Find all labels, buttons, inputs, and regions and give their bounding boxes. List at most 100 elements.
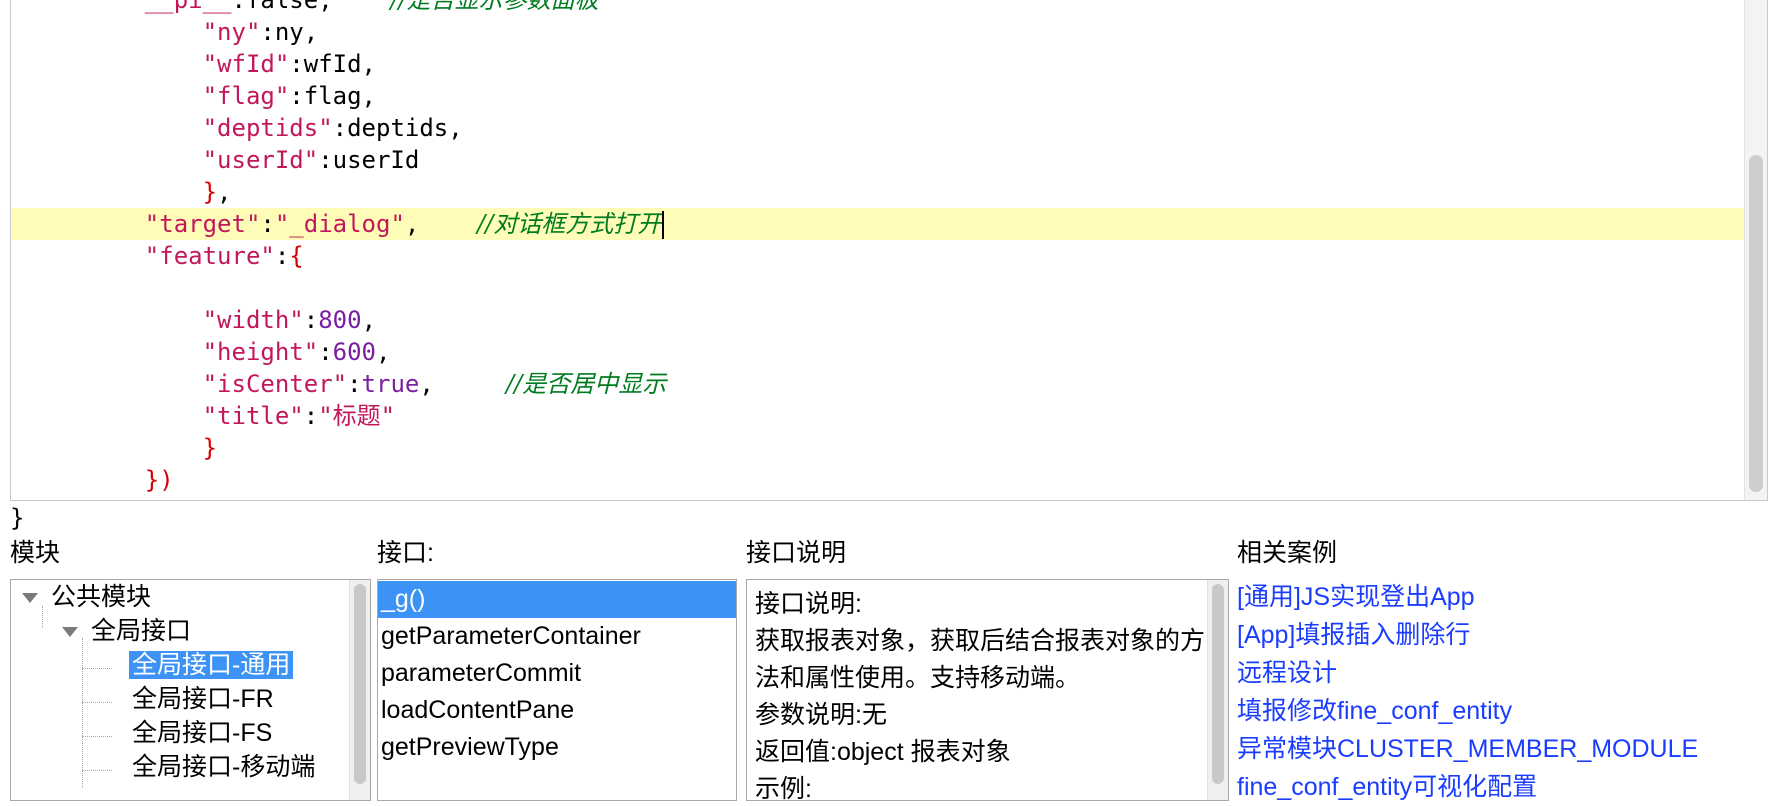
tree-node-label: 公共模块: [51, 583, 152, 611]
tree-leaf-fs[interactable]: 全局接口-FS: [132, 716, 272, 750]
description-scrollbar[interactable]: [1207, 580, 1228, 800]
description-panel[interactable]: 接口说明: 获取报表对象，获取后结合报表对象的方 法和属性使用。支持移动端。 参…: [746, 579, 1229, 801]
editor-scrollbar[interactable]: [1744, 0, 1767, 500]
description-line: 参数说明:无: [755, 701, 887, 729]
code-token: :: [318, 338, 333, 366]
code-line[interactable]: "isCenter":true, //是否居中显示: [11, 368, 1745, 400]
code-line[interactable]: "userId":userId: [11, 144, 1745, 176]
module-tree[interactable]: 公共模块 全局接口 全局接口-通用 全局接口-FR 全局接口-FS 全局接口-移…: [10, 579, 371, 801]
interface-label: 接口:: [377, 539, 434, 567]
example-link[interactable]: [通用]JS实现登出App: [1237, 579, 1475, 616]
example-link[interactable]: [App]填报插入删除行: [1237, 617, 1470, 654]
interface-item[interactable]: loadContentPane: [378, 692, 736, 729]
tree-guide: [82, 770, 112, 771]
code-token: :userId: [318, 146, 420, 174]
interface-item[interactable]: parameterCommit: [378, 655, 736, 692]
code-token: :: [303, 402, 319, 430]
scrollbar-thumb[interactable]: [354, 584, 366, 784]
interface-item[interactable]: getPreviewType: [378, 729, 736, 766]
code-line[interactable]: "flag":flag,: [11, 80, 1745, 112]
interface-item[interactable]: getParameterContainer: [378, 618, 736, 655]
tree-node-label: 全局接口-FR: [132, 685, 274, 713]
example-link[interactable]: 远程设计: [1237, 655, 1337, 692]
code-token: :false,: [231, 0, 391, 14]
code-line[interactable]: "wfId":wfId,: [11, 48, 1745, 80]
tree-guide: [82, 702, 112, 703]
code-token: :wfId,: [289, 50, 376, 78]
code-token: "wfId": [202, 50, 290, 78]
code-token: "deptids": [202, 114, 333, 142]
code-token: "标题": [318, 402, 396, 430]
tree-node-label: 全局接口-移动端: [132, 753, 316, 781]
example-link[interactable]: 填报修改fine_conf_entity: [1237, 693, 1512, 730]
tree-leaf-general[interactable]: 全局接口-通用: [129, 648, 294, 682]
code-token: :: [274, 242, 290, 270]
interface-list[interactable]: _g() getParameterContainer parameterComm…: [377, 579, 737, 801]
code-token: }: [202, 178, 218, 206]
code-token: __pi__: [144, 0, 232, 14]
tree-leaf-mobile[interactable]: 全局接口-移动端: [132, 750, 315, 784]
code-line[interactable]: "ny":ny,: [11, 16, 1745, 48]
code-token: :ny,: [260, 18, 319, 46]
code-token: ,: [376, 338, 391, 366]
code-token: //是否居中显示: [506, 370, 667, 398]
tree-guide: [42, 606, 43, 628]
tree-guide: [82, 736, 112, 737]
code-line[interactable]: }: [11, 432, 1745, 464]
code-token: "isCenter": [202, 370, 348, 398]
code-lines[interactable]: __pi__:false, //是否显示参数面板 "ny":ny, "wfId"…: [11, 0, 1745, 500]
scrollbar-thumb[interactable]: [1212, 584, 1224, 784]
code-editor[interactable]: __pi__:false, //是否显示参数面板 "ny":ny, "wfId"…: [10, 0, 1768, 501]
code-token: }: [202, 434, 218, 462]
code-line[interactable]: "width":800,: [11, 304, 1745, 336]
code-line[interactable]: },: [11, 176, 1745, 208]
code-token: ,: [217, 178, 232, 206]
code-token: 600: [332, 338, 376, 366]
code-line[interactable]: "title":"标题": [11, 400, 1745, 432]
code-line[interactable]: "feature":{: [11, 240, 1745, 272]
interface-item[interactable]: _g(): [378, 581, 736, 618]
example-link[interactable]: fine_conf_entity可视化配置: [1237, 769, 1537, 806]
code-line[interactable]: }): [11, 464, 1745, 496]
code-token: :flag,: [289, 82, 376, 110]
code-token: "target": [144, 210, 261, 238]
code-token: :deptids,: [332, 114, 463, 142]
code-token: "_dialog": [274, 210, 405, 238]
tree-leaf-fr[interactable]: 全局接口-FR: [132, 682, 274, 716]
code-line[interactable]: "height":600,: [11, 336, 1745, 368]
expand-arrow-icon[interactable]: [22, 593, 38, 603]
code-token: ,: [361, 306, 377, 334]
module-tree-scrollbar[interactable]: [349, 580, 370, 800]
code-line[interactable]: [11, 272, 1745, 304]
tree-node-child[interactable]: 全局接口: [91, 614, 191, 648]
code-line[interactable]: "deptids":deptids,: [11, 112, 1745, 144]
examples-label: 相关案例: [1237, 539, 1338, 567]
example-link[interactable]: 异常模块CLUSTER_MEMBER_MODULE: [1237, 731, 1698, 768]
code-token: "width": [202, 306, 304, 334]
description-line: 接口说明:: [755, 590, 862, 618]
tree-node-label: 全局接口-通用: [129, 651, 294, 679]
code-line[interactable]: "target":"_dialog", //对话框方式打开: [11, 208, 1745, 240]
tree-node-label: 全局接口: [91, 617, 192, 645]
code-token: ,: [404, 210, 478, 238]
code-token: true: [361, 370, 420, 398]
editor-scrollbar-thumb[interactable]: [1749, 155, 1763, 492]
expand-arrow-icon[interactable]: [62, 627, 78, 637]
code-token: "height": [202, 338, 319, 366]
code-token: :: [347, 370, 362, 398]
code-token: 800: [318, 306, 362, 334]
description-line: 返回值:object 报表对象: [755, 738, 1011, 766]
tree-node-root[interactable]: 公共模块: [51, 580, 151, 614]
code-line[interactable]: __pi__:false, //是否显示参数面板: [11, 0, 1745, 16]
